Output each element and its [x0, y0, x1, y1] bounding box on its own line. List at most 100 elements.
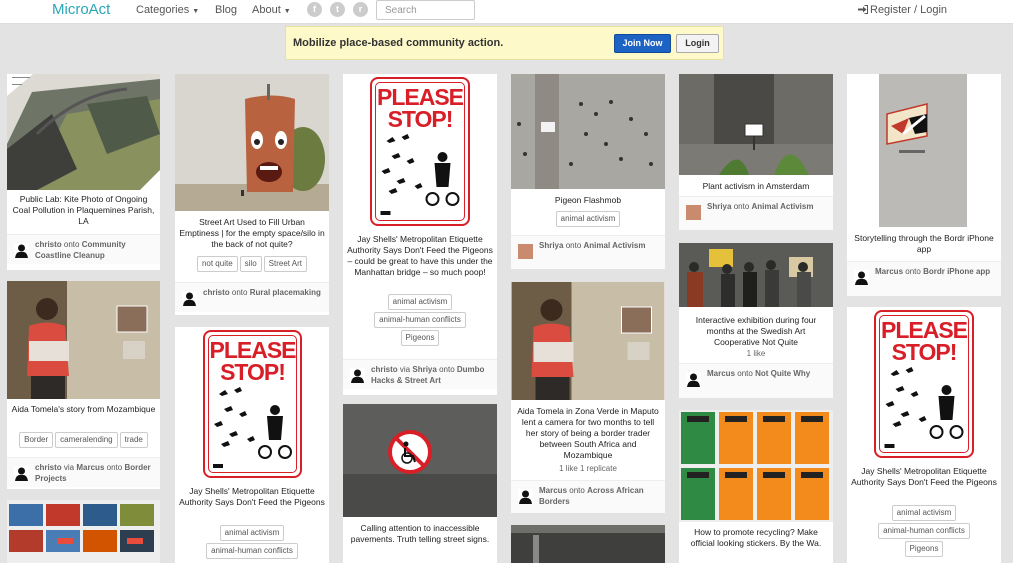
avatar[interactable] — [518, 489, 533, 504]
avatar[interactable] — [518, 244, 533, 259]
board-link[interactable]: Rural placemaking — [250, 288, 321, 297]
tag[interactable]: animal activism — [891, 505, 957, 521]
pin-card[interactable]: Aida Tomela in Zona Verde in Maputo lent… — [511, 282, 665, 513]
tag[interactable]: animal activism — [387, 294, 453, 310]
pin-image[interactable] — [679, 74, 833, 175]
avatar[interactable] — [686, 372, 701, 387]
please-stop-sign: PLEASE STOP! — [370, 77, 470, 226]
twitter-icon[interactable]: t — [330, 2, 345, 17]
pin-image[interactable] — [847, 74, 1001, 227]
pin-card[interactable]: How to promote recycling? Make official … — [679, 410, 833, 563]
pin-caption[interactable]: Interactive exhibition during four month… — [683, 315, 829, 348]
pin-image[interactable] — [7, 500, 160, 563]
avatar[interactable] — [854, 270, 869, 285]
sign-title: PLEASE STOP! — [880, 317, 968, 365]
user-link[interactable]: Marcus — [707, 369, 735, 378]
tag[interactable]: Pigeons — [904, 541, 944, 557]
pin-image[interactable] — [679, 410, 833, 522]
rss-icon[interactable]: r — [353, 2, 368, 17]
user-link[interactable]: christo — [35, 240, 62, 249]
pin-card[interactable]: PLEASE STOP! Jay Shells' Metropolitan Et… — [175, 327, 329, 563]
user-link[interactable]: Shriya — [539, 241, 563, 250]
pin-card[interactable]: Interactive exhibition during four month… — [679, 243, 833, 398]
tag[interactable]: silo — [239, 256, 262, 272]
user-link[interactable]: Marcus — [875, 267, 903, 276]
board-link[interactable]: Bordr iPhone app — [923, 267, 990, 276]
avatar[interactable] — [182, 291, 197, 306]
pin-caption[interactable]: Jay Shells' Metropolitan Etiquette Autho… — [179, 486, 325, 508]
attribution-text: christo onto Community Coastline Cleanup — [35, 239, 157, 261]
pin-caption[interactable]: Plant activism in Amsterdam — [683, 181, 829, 192]
tag[interactable]: animal-human conflicts — [878, 523, 970, 539]
pin-card[interactable]: Pigeon Flashmob animal activism Shriya o… — [511, 74, 665, 269]
pin-caption[interactable]: Jay Shells' Metropolitan Etiquette Autho… — [851, 466, 997, 488]
tag[interactable]: animal-human conflicts — [206, 543, 298, 559]
board-link[interactable]: Animal Activism — [752, 202, 814, 211]
pin-image[interactable]: PLEASE STOP! — [343, 74, 497, 229]
nav-blog[interactable]: Blog — [215, 4, 237, 16]
tag[interactable]: cameralending — [55, 432, 118, 448]
avatar[interactable] — [14, 466, 29, 481]
pin-image[interactable] — [511, 282, 665, 400]
user-link[interactable]: Marcus — [539, 486, 567, 495]
pin-caption[interactable]: Public Lab: Kite Photo of Ongoing Coal P… — [11, 194, 156, 227]
pin-image[interactable] — [7, 281, 160, 399]
board-link[interactable]: Not Quite Why — [755, 369, 810, 378]
tag[interactable]: animal-human conflicts — [374, 312, 466, 328]
user-link[interactable]: Shriya — [707, 202, 731, 211]
pin-image[interactable]: PLEASE STOP! — [847, 307, 1001, 460]
pin-caption[interactable]: Jay Shells' Metropolitan Etiquette Autho… — [347, 234, 493, 278]
search-input[interactable] — [376, 0, 475, 20]
pin-caption[interactable]: Street Art Used to Fill Urban Emptiness … — [179, 217, 325, 250]
tag[interactable]: trade — [119, 432, 148, 448]
tag[interactable]: not quite — [196, 256, 238, 272]
pin-caption[interactable]: How to promote recycling? Make official … — [683, 527, 829, 549]
pin-caption[interactable]: Storytelling through the Bordr iPhone ap… — [851, 233, 997, 255]
avatar[interactable] — [14, 243, 29, 258]
pin-card[interactable]: Plant activism in Amsterdam Shriya onto … — [679, 74, 833, 230]
tag[interactable]: animal activism — [219, 525, 285, 541]
pin-image[interactable] — [343, 404, 497, 517]
pin-image[interactable] — [679, 243, 833, 307]
pin-caption[interactable]: Calling attention to inaccessible paveme… — [347, 523, 493, 545]
user-link[interactable]: christo — [371, 365, 398, 374]
pin-card[interactable]: Calling attention to inaccessible paveme… — [343, 404, 497, 563]
nav-categories[interactable]: Categories ▼ — [136, 4, 199, 16]
pin-image[interactable] — [511, 74, 665, 189]
pin-card[interactable]: Aida Tomela's story from Mozambique Bord… — [7, 281, 160, 489]
pin-card[interactable] — [7, 500, 160, 563]
tag[interactable]: Street Art — [263, 256, 308, 272]
onto-label: onto — [106, 463, 123, 472]
avatar[interactable] — [350, 368, 365, 383]
pin-card[interactable]: Street Art Used to Fill Urban Emptiness … — [175, 74, 329, 315]
register-login-link[interactable]: Register / Login — [858, 4, 947, 16]
nav-about[interactable]: About ▼ — [252, 4, 291, 16]
pigeons-icon — [380, 134, 460, 215]
pin-image[interactable]: PLEASE STOP! — [175, 327, 329, 481]
tag[interactable]: Pigeons — [400, 330, 440, 346]
pin-image[interactable] — [511, 525, 665, 563]
user-link[interactable]: christo — [35, 463, 62, 472]
pin-card[interactable]: PLEASE STOP! Jay Shells' Metropolitan Et… — [343, 74, 497, 395]
pigeon-flashmob-image — [511, 74, 665, 189]
pin-image[interactable] — [175, 74, 329, 211]
login-button[interactable]: Login — [676, 34, 719, 53]
board-link[interactable]: Animal Activism — [584, 241, 646, 250]
pin-caption[interactable]: Pigeon Flashmob — [515, 195, 661, 206]
pin-caption[interactable]: Aida Tomela's story from Mozambique — [11, 404, 156, 415]
avatar[interactable] — [686, 205, 701, 220]
pin-card[interactable]: Storytelling through the Bordr iPhone ap… — [847, 74, 1001, 296]
join-now-button[interactable]: Join Now — [614, 34, 671, 53]
facebook-icon[interactable]: f — [307, 2, 322, 17]
pin-caption[interactable]: Aida Tomela in Zona Verde in Maputo lent… — [515, 406, 661, 461]
user-link[interactable]: christo — [203, 288, 230, 297]
pin-image[interactable] — [7, 74, 160, 190]
pin-card[interactable] — [511, 525, 665, 563]
pin-card[interactable]: Public Lab: Kite Photo of Ongoing Coal P… — [7, 74, 160, 270]
site-logo[interactable]: MicroAct — [52, 1, 110, 18]
user-link[interactable]: Shriya — [412, 365, 436, 374]
tag[interactable]: Border — [19, 432, 54, 448]
tag[interactable]: animal activism — [555, 211, 621, 227]
user-link[interactable]: Marcus — [76, 463, 104, 472]
pin-card[interactable]: PLEASE STOP! Jay Shells' Metropolitan Et… — [847, 307, 1001, 563]
